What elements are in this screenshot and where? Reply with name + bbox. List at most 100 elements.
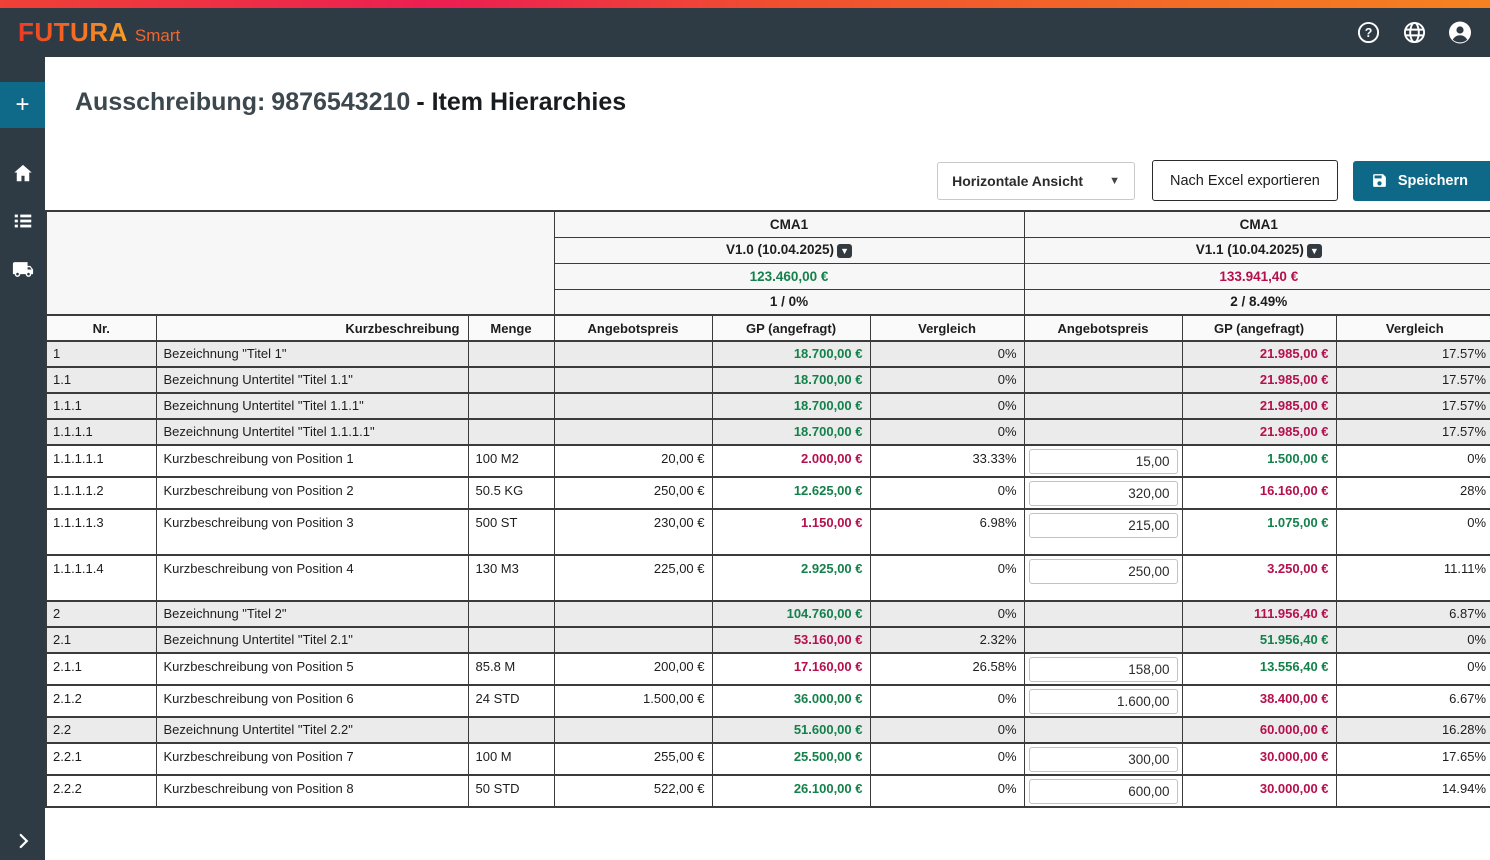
account-icon[interactable]	[1448, 21, 1472, 45]
list-icon[interactable]	[12, 210, 34, 232]
row-gp-v2: 30.000,00 €	[1182, 775, 1336, 807]
row-compare-v1: 33.33%	[870, 445, 1024, 477]
row-description: Bezeichnung Untertitel "Titel 2.2"	[156, 717, 468, 743]
table-row: 1.1.1.1.1Kurzbeschreibung von Position 1…	[46, 445, 1490, 477]
row-gp-v2: 16.160,00 €	[1182, 477, 1336, 509]
row-nr: 1	[46, 341, 156, 367]
row-offer-price-v1	[554, 393, 712, 419]
row-offer-price-v1	[554, 601, 712, 627]
row-description: Bezeichnung "Titel 1"	[156, 341, 468, 367]
row-nr: 1.1.1.1.1	[46, 445, 156, 477]
offer-price-input[interactable]	[1029, 449, 1178, 474]
row-offer-price-v2-cell	[1024, 717, 1182, 743]
row-offer-price-v2-cell	[1024, 367, 1182, 393]
group1-total: 123.460,00 €	[554, 263, 1024, 289]
svg-text:?: ?	[1364, 26, 1372, 40]
row-quantity	[468, 341, 554, 367]
view-mode-select[interactable]: Horizontale Ansicht ▼	[937, 162, 1135, 200]
group2-total: 133.941,40 €	[1024, 263, 1490, 289]
table-row: 1.1.1.1Bezeichnung Untertitel "Titel 1.1…	[46, 419, 1490, 445]
row-offer-price-v2-cell	[1024, 509, 1182, 555]
row-gp-v1: 2.925,00 €	[712, 555, 870, 601]
offer-price-input[interactable]	[1029, 747, 1178, 772]
row-description: Kurzbeschreibung von Position 2	[156, 477, 468, 509]
plus-icon[interactable]: +	[0, 82, 45, 128]
group2-bidder-name: CMA1	[1024, 211, 1490, 237]
group2-rank: 2 / 8.49%	[1024, 289, 1490, 315]
row-gp-v2: 13.556,40 €	[1182, 653, 1336, 685]
row-quantity: 85.8 M	[468, 653, 554, 685]
home-icon[interactable]	[12, 162, 34, 184]
table-corner-cell	[46, 211, 554, 315]
group2-version-dropdown-icon[interactable]: ▼	[1307, 244, 1322, 258]
row-quantity	[468, 627, 554, 653]
row-description: Kurzbeschreibung von Position 3	[156, 509, 468, 555]
language-globe-icon[interactable]	[1402, 21, 1426, 45]
truck-icon[interactable]	[12, 258, 34, 280]
offer-price-input[interactable]	[1029, 481, 1178, 506]
row-gp-v1: 51.600,00 €	[712, 717, 870, 743]
row-quantity	[468, 393, 554, 419]
save-button-label: Speichern	[1398, 173, 1468, 189]
table-row: 2.2.2Kurzbeschreibung von Position 850 S…	[46, 775, 1490, 807]
row-compare-v1: 0%	[870, 775, 1024, 807]
row-offer-price-v1: 1.500,00 €	[554, 685, 712, 717]
row-offer-price-v2-cell	[1024, 627, 1182, 653]
page-title: Ausschreibung:9876543210- Item Hierarchi…	[75, 88, 626, 117]
row-compare-v1: 0%	[870, 341, 1024, 367]
offer-price-input[interactable]	[1029, 779, 1178, 804]
row-offer-price-v2-cell	[1024, 743, 1182, 775]
col-header-angebotspreis-2: Angebotspreis	[1024, 315, 1182, 341]
table-body: 1Bezeichnung "Titel 1"18.700,00 €0%21.98…	[46, 341, 1490, 807]
row-gp-v1: 18.700,00 €	[712, 367, 870, 393]
view-mode-value: Horizontale Ansicht	[952, 173, 1083, 189]
row-compare-v1: 0%	[870, 743, 1024, 775]
row-quantity	[468, 419, 554, 445]
row-gp-v2: 51.956,40 €	[1182, 627, 1336, 653]
row-quantity: 500 ST	[468, 509, 554, 555]
offer-price-input[interactable]	[1029, 657, 1178, 682]
row-quantity	[468, 717, 554, 743]
group1-version-dropdown-icon[interactable]: ▼	[837, 244, 852, 258]
row-gp-v2: 3.250,00 €	[1182, 555, 1336, 601]
row-gp-v1: 17.160,00 €	[712, 653, 870, 685]
table-row: 1.1.1.1.4Kurzbeschreibung von Position 4…	[46, 555, 1490, 601]
row-nr: 1.1.1.1.4	[46, 555, 156, 601]
row-compare-v2: 14.94%	[1336, 775, 1490, 807]
sidebar: +	[0, 57, 45, 860]
offer-price-input[interactable]	[1029, 689, 1178, 714]
help-icon[interactable]: ?	[1356, 21, 1380, 45]
save-icon	[1371, 172, 1388, 189]
expand-chevron-icon[interactable]	[0, 832, 45, 850]
col-header-menge: Menge	[468, 315, 554, 341]
row-gp-v2: 21.985,00 €	[1182, 419, 1336, 445]
row-offer-price-v1: 225,00 €	[554, 555, 712, 601]
row-offer-price-v1	[554, 367, 712, 393]
row-compare-v2: 17.57%	[1336, 367, 1490, 393]
row-offer-price-v2-cell	[1024, 601, 1182, 627]
offer-price-input[interactable]	[1029, 559, 1178, 584]
row-compare-v1: 0%	[870, 477, 1024, 509]
row-quantity: 130 M3	[468, 555, 554, 601]
row-gp-v2: 21.985,00 €	[1182, 393, 1336, 419]
row-compare-v2: 11.11%	[1336, 555, 1490, 601]
table-row: 1.1.1.1.3Kurzbeschreibung von Position 3…	[46, 509, 1490, 555]
row-compare-v1: 0%	[870, 393, 1024, 419]
row-nr: 1.1.1.1.2	[46, 477, 156, 509]
row-gp-v1: 25.500,00 €	[712, 743, 870, 775]
row-description: Kurzbeschreibung von Position 6	[156, 685, 468, 717]
table-row: 2.1Bezeichnung Untertitel "Titel 2.1"53.…	[46, 627, 1490, 653]
export-excel-button[interactable]: Nach Excel exportieren	[1152, 160, 1338, 201]
row-offer-price-v2-cell	[1024, 393, 1182, 419]
group1-version-cell: V1.0 (10.04.2025)▼	[554, 237, 1024, 263]
row-description: Bezeichnung "Titel 2"	[156, 601, 468, 627]
row-offer-price-v1	[554, 419, 712, 445]
table-row: 2.1.1Kurzbeschreibung von Position 585.8…	[46, 653, 1490, 685]
row-quantity: 24 STD	[468, 685, 554, 717]
save-button[interactable]: Speichern	[1353, 161, 1490, 201]
table-row: 2.2.1Kurzbeschreibung von Position 7100 …	[46, 743, 1490, 775]
row-nr: 2.2	[46, 717, 156, 743]
group2-version: V1.1 (10.04.2025)	[1196, 242, 1304, 257]
row-nr: 1.1.1	[46, 393, 156, 419]
offer-price-input[interactable]	[1029, 513, 1178, 538]
